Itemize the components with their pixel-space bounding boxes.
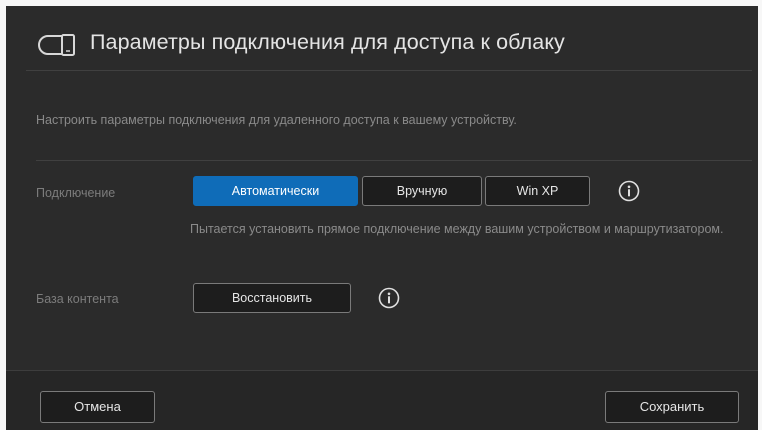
info-icon[interactable] xyxy=(618,180,640,202)
save-button[interactable]: Сохранить xyxy=(605,391,739,423)
connection-hint: Пытается установить прямое подключение м… xyxy=(190,222,724,236)
cancel-button[interactable]: Отмена xyxy=(40,391,155,423)
info-icon[interactable] xyxy=(378,287,400,309)
cloud-connection-dialog: Параметры подключения для доступа к обла… xyxy=(6,6,758,430)
dialog-title: Параметры подключения для доступа к обла… xyxy=(90,30,565,54)
connection-winxp-button[interactable]: Win XP xyxy=(485,176,590,206)
connection-label: Подключение xyxy=(36,186,116,200)
connection-manual-button[interactable]: Вручную xyxy=(362,176,482,206)
dialog-header: Параметры подключения для доступа к обла… xyxy=(6,6,758,88)
dialog-footer: Отмена Сохранить xyxy=(6,370,758,430)
cloud-devices-icon xyxy=(38,34,75,56)
content-db-label: База контента xyxy=(36,292,119,306)
restore-button[interactable]: Восстановить xyxy=(193,283,351,313)
dialog-description: Настроить параметры подключения для удал… xyxy=(36,113,517,127)
section-divider xyxy=(36,160,752,161)
header-divider xyxy=(26,70,752,71)
connection-automatic-button[interactable]: Автоматически xyxy=(193,176,358,206)
